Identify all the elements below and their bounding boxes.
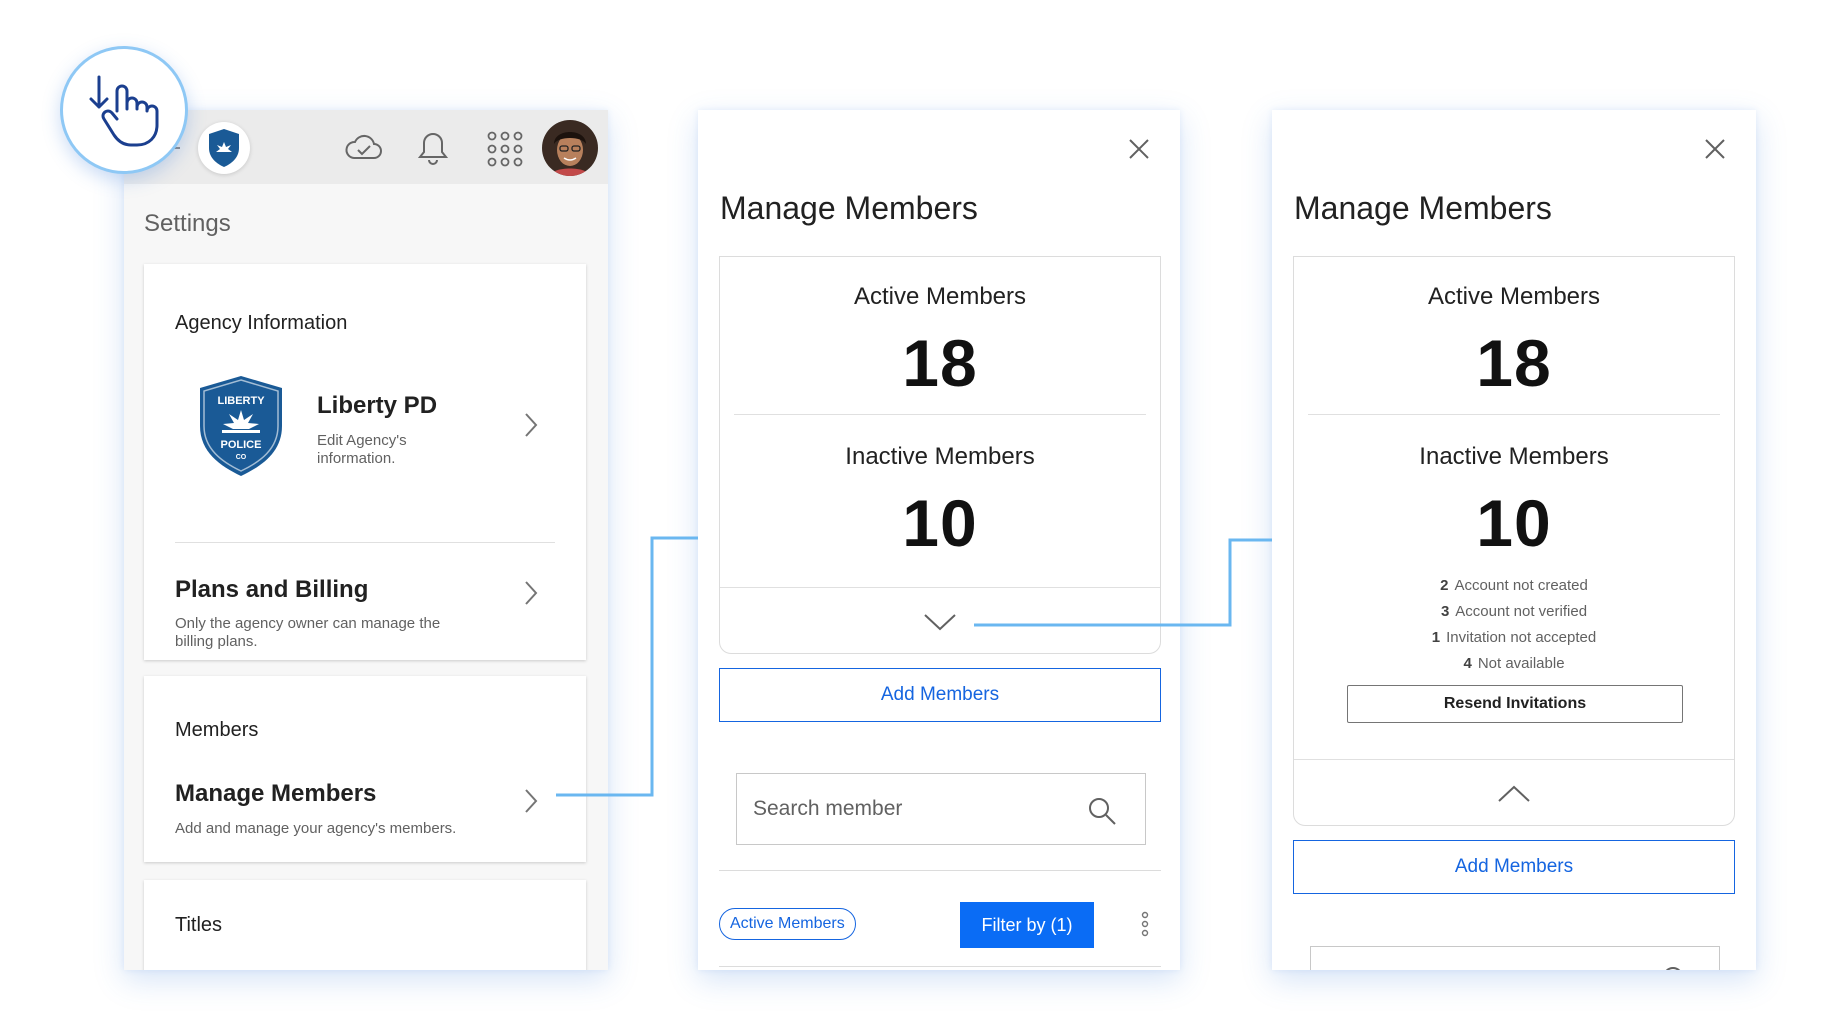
- apps-grid-icon[interactable]: [486, 130, 524, 168]
- page-title: Manage Members: [720, 190, 978, 226]
- settings-screen: Settings Agency Information LIBERTY POLI…: [124, 110, 608, 970]
- resend-invitations-button[interactable]: Resend Invitations: [1347, 685, 1683, 723]
- logo-text-police: POLICE: [221, 439, 262, 451]
- agency-logo: LIBERTY POLICE CO: [200, 376, 282, 476]
- breakdown-item: 3 Account not verified: [1440, 603, 1588, 620]
- chevron-right-icon[interactable]: [524, 788, 538, 814]
- active-members-label: Active Members: [1427, 283, 1601, 310]
- search-placeholder: Search member: [753, 797, 903, 820]
- breakdown-item: 1 Invitation not accepted: [1431, 629, 1597, 646]
- inactive-members-label: Inactive Members: [1419, 443, 1609, 470]
- manage-members-subtitle: Add and manage your agency's members.: [175, 820, 457, 837]
- agency-logo-small[interactable]: [198, 122, 250, 174]
- close-icon[interactable]: [1704, 138, 1726, 160]
- divider: [175, 542, 555, 543]
- add-members-button[interactable]: Add Members: [719, 668, 1161, 722]
- divider: [734, 414, 1146, 415]
- bell-icon[interactable]: [416, 130, 450, 166]
- active-members-chip[interactable]: Active Members: [719, 908, 856, 940]
- breakdown-item: 2 Account not created: [1440, 577, 1588, 594]
- member-stats-panel: Active Members 18 Inactive Members 10: [719, 256, 1161, 654]
- search-input[interactable]: Search member: [736, 773, 1146, 845]
- plans-billing-title[interactable]: Plans and Billing: [175, 576, 368, 604]
- tap-hand-icon: [89, 75, 159, 147]
- page-title: Manage Members: [1294, 190, 1552, 226]
- inactive-members-label: Inactive Members: [845, 443, 1035, 470]
- divider: [1294, 759, 1734, 760]
- avatar[interactable]: [542, 120, 598, 176]
- search-icon[interactable]: [1087, 796, 1117, 826]
- filter-button[interactable]: Filter by (1): [960, 902, 1094, 948]
- inactive-members-count: 10: [902, 486, 978, 560]
- agency-name[interactable]: Liberty PD: [317, 392, 437, 420]
- divider: [1308, 414, 1720, 415]
- agency-information-card: Agency Information LIBERTY POLICE CO Lib…: [144, 264, 586, 660]
- card-heading: Members: [175, 719, 259, 741]
- manage-members-collapsed-screen: Manage Members Active Members 18 Inactiv…: [698, 110, 1180, 970]
- chevron-down-icon[interactable]: [923, 613, 957, 631]
- active-members-count: 18: [1476, 326, 1552, 400]
- divider: [719, 870, 1161, 871]
- active-members-count: 18: [902, 326, 978, 400]
- breakdown-item: 4 Not available: [1463, 655, 1565, 672]
- close-icon[interactable]: [1128, 138, 1150, 160]
- card-heading: Titles: [175, 914, 223, 936]
- members-card: Members Manage Members Add and manage yo…: [144, 676, 586, 862]
- card-heading: Agency Information: [175, 312, 348, 334]
- chevron-up-icon[interactable]: [1497, 785, 1531, 803]
- search-icon[interactable]: [1661, 965, 1691, 970]
- page-title: Settings: [144, 210, 231, 237]
- plans-billing-subtitle: Only the agency owner can manage the bil…: [175, 615, 441, 650]
- logo-text-liberty: LIBERTY: [217, 395, 265, 407]
- agency-edit-hint: Edit Agency's information.: [317, 432, 407, 467]
- member-stats-panel: Active Members 18 Inactive Members 10 2A…: [1293, 256, 1735, 826]
- active-members-label: Active Members: [853, 283, 1027, 310]
- divider: [719, 966, 1161, 967]
- search-input[interactable]: [1310, 946, 1720, 970]
- more-options-icon[interactable]: [1140, 910, 1150, 938]
- top-bar: [124, 110, 608, 184]
- manage-members-title[interactable]: Manage Members: [175, 780, 376, 808]
- touch-gesture-badge: [60, 46, 188, 174]
- titles-card: Titles: [144, 880, 586, 970]
- divider: [720, 587, 1160, 588]
- cloud-sync-icon[interactable]: [344, 130, 384, 166]
- inactive-members-count: 10: [1476, 486, 1552, 560]
- logo-text-co: CO: [236, 454, 247, 461]
- add-members-button[interactable]: Add Members: [1293, 840, 1735, 894]
- manage-members-expanded-screen: Manage Members Active Members 18 Inactiv…: [1272, 110, 1756, 970]
- chevron-right-icon[interactable]: [524, 412, 538, 438]
- chevron-right-icon[interactable]: [524, 580, 538, 606]
